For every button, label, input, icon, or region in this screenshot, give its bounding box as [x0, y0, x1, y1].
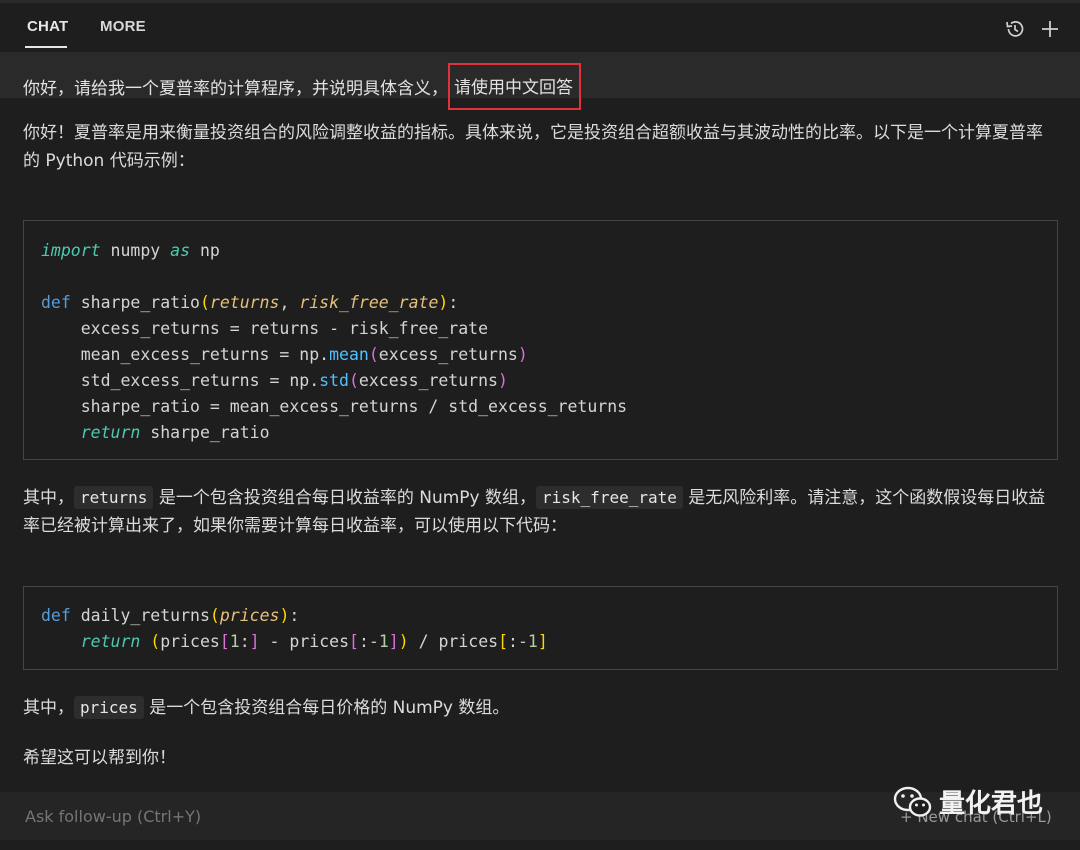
code-block-daily-returns[interactable]: def daily_returns(prices): return (price… [23, 586, 1058, 670]
top-border [0, 0, 1080, 3]
response-explanation: 其中， returns 是一个包含投资组合每日收益率的 NumPy 数组， risk… [23, 486, 1046, 536]
new-chat-button[interactable] [1039, 18, 1061, 40]
history-icon [1006, 21, 1024, 37]
tab-bar: CHAT MORE [0, 4, 1080, 52]
user-message-main: 你好，请给我一个夏普率的计算程序，并说明具体含义， [23, 79, 448, 99]
user-message-text: 你好，请给我一个夏普率的计算程序，并说明具体含义， 请使用中文回答 [23, 63, 581, 111]
inline-code-returns: returns [74, 486, 154, 509]
history-button[interactable] [1004, 18, 1026, 40]
tab-more[interactable]: MORE [100, 18, 146, 35]
followup-input[interactable] [23, 806, 627, 827]
response-intro: 你好！夏普率是用来衡量投资组合的风险调整收益的指标。具体来说，它是投资组合超额收… [23, 123, 1043, 171]
inline-code-risk-free-rate: risk_free_rate [536, 486, 683, 509]
response-prices-note: 其中， prices 是一个包含投资组合每日价格的 NumPy 数组。 [23, 696, 510, 719]
watermark: 量化君也 [893, 783, 1043, 820]
wechat-icon [893, 786, 932, 817]
bottom-strip [0, 840, 1080, 850]
user-message: 你好，请给我一个夏普率的计算程序，并说明具体含义， 请使用中文回答 [0, 52, 1080, 110]
code-sharpe: import numpy as np def sharpe_ratio(retu… [41, 241, 628, 442]
code-block-sharpe[interactable]: import numpy as np def sharpe_ratio(retu… [23, 220, 1058, 460]
highlighted-request: 请使用中文回答 [448, 63, 581, 110]
watermark-text: 量化君也 [939, 789, 1044, 819]
tab-chat[interactable]: CHAT [27, 18, 68, 35]
chat-panel: CHAT MORE 你好，请给我一个夏普率的计算程序，并说明具体含义， 请使用中文… [0, 0, 1080, 850]
inline-code-prices: prices [74, 696, 144, 719]
plus-icon [1042, 21, 1058, 37]
response-closing: 希望这可以帮到你！ [23, 748, 176, 768]
code-daily-returns: def daily_returns(prices): return (price… [41, 606, 548, 651]
active-tab-indicator [25, 46, 67, 48]
